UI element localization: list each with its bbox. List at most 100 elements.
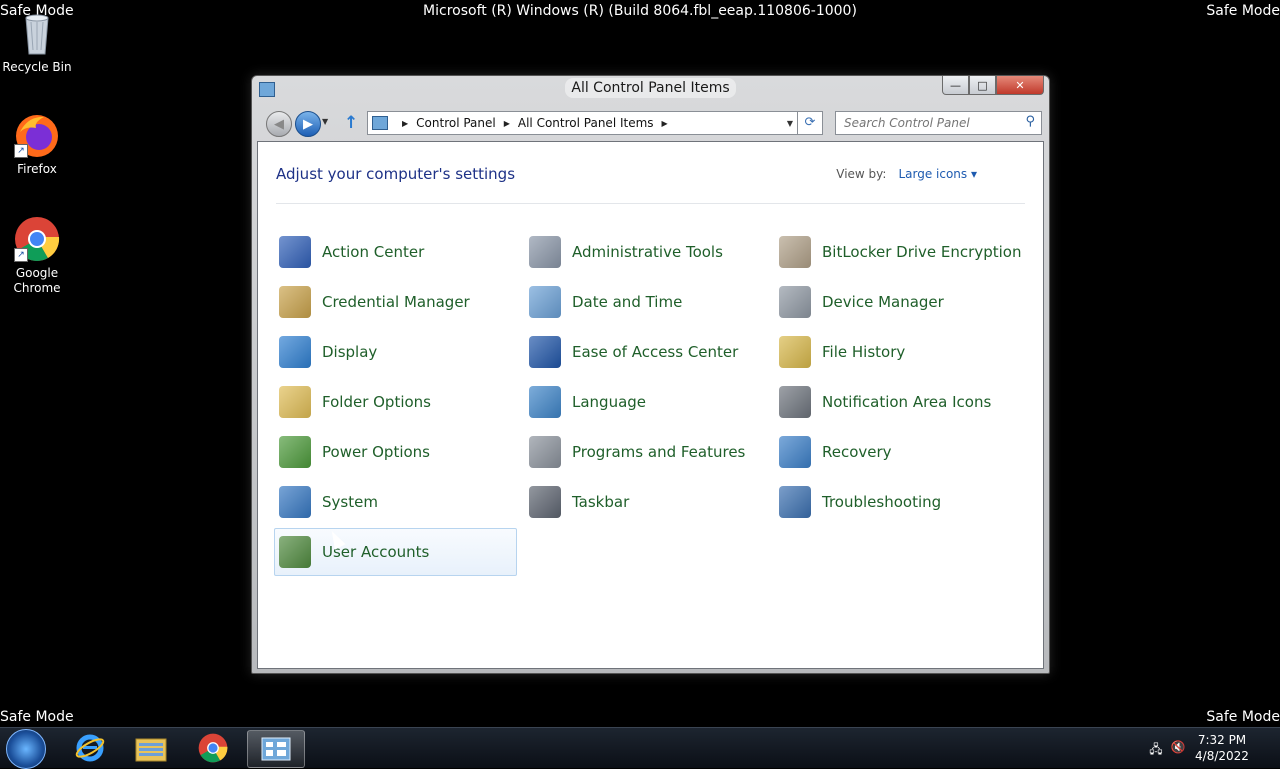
cp-item-label: BitLocker Drive Encryption <box>822 243 1022 261</box>
cp-item-notification-area-icons[interactable]: Notification Area Icons <box>774 378 1024 426</box>
cp-item-action-center[interactable]: Action Center <box>274 228 524 276</box>
cp-item-label: Date and Time <box>572 293 683 311</box>
vault-icon <box>279 286 311 318</box>
safe-mode-label-bottom-right: Safe Mode <box>1206 709 1280 725</box>
control-panel-icon <box>372 116 388 130</box>
safe-mode-label-bottom-left: Safe Mode <box>0 709 74 725</box>
programs-icon <box>529 436 561 468</box>
minimize-button[interactable]: — <box>942 76 969 95</box>
computer-icon <box>279 486 311 518</box>
cp-item-label: Notification Area Icons <box>822 393 992 411</box>
folder-check-icon <box>279 386 311 418</box>
cp-item-label: Power Options <box>322 443 430 461</box>
desktop-icon-google-chrome[interactable]: ↗ Google Chrome <box>1 216 73 296</box>
monitor-icon <box>279 336 311 368</box>
content-pane: Adjust your computer's settings View by:… <box>257 141 1044 669</box>
cp-item-label: File History <box>822 343 906 361</box>
cp-item-taskbar[interactable]: Taskbar <box>524 478 774 526</box>
keys-icon <box>779 236 811 268</box>
chrome-icon <box>198 733 228 763</box>
cp-item-label: Troubleshooting <box>822 493 942 511</box>
address-bar[interactable]: ▶ Control Panel ▶ All Control Panel Item… <box>367 111 798 135</box>
window-title: All Control Panel Items <box>565 78 736 98</box>
control-panel-window: All Control Panel Items — □ ✕ ◀ ▶ ▼ ↑ ▶ … <box>251 75 1050 674</box>
cp-item-folder-options[interactable]: Folder Options <box>274 378 524 426</box>
cp-item-power-options[interactable]: Power Options <box>274 428 524 476</box>
recycle-bin-icon <box>14 10 60 56</box>
troubleshoot-icon <box>779 486 811 518</box>
speaker-muted-icon[interactable]: 🔇 <box>1170 740 1186 756</box>
cp-item-display[interactable]: Display <box>274 328 524 376</box>
search-input[interactable] <box>836 113 1019 133</box>
clock-date: 4/8/2022 <box>1195 749 1249 763</box>
shortcut-arrow-icon: ↗ <box>14 248 28 262</box>
cp-item-file-history[interactable]: File History <box>774 328 1024 376</box>
cp-item-bitlocker-drive-encryption[interactable]: BitLocker Drive Encryption <box>774 228 1024 276</box>
cp-item-label: System <box>322 493 378 511</box>
network-icon[interactable]: 🖧 <box>1148 740 1164 756</box>
file-explorer-icon <box>135 738 167 762</box>
close-button[interactable]: ✕ <box>996 76 1044 95</box>
breadcrumb-control-panel[interactable]: Control Panel <box>416 116 496 130</box>
accessibility-icon <box>529 336 561 368</box>
taskbar: 🖧 🔇 7:32 PM 4/8/2022 <box>0 727 1280 769</box>
cp-item-label: Ease of Access Center <box>572 343 739 361</box>
calendar-clock-icon <box>529 286 561 318</box>
cp-item-administrative-tools[interactable]: Administrative Tools <box>524 228 774 276</box>
desktop-icon-recycle-bin[interactable]: Recycle Bin <box>1 10 73 75</box>
cp-item-label: Device Manager <box>822 293 944 311</box>
taskbar-chrome[interactable] <box>185 730 241 766</box>
device-icon <box>779 286 811 318</box>
forward-button[interactable]: ▶ <box>295 111 321 137</box>
arrow-left-icon: ◀ <box>274 116 284 132</box>
cp-item-system[interactable]: System <box>274 478 524 526</box>
cp-item-ease-of-access-center[interactable]: Ease of Access Center <box>524 328 774 376</box>
desktop-icon-label: Recycle Bin <box>2 60 72 74</box>
back-button[interactable]: ◀ <box>266 111 292 137</box>
taskbar-icon <box>529 486 561 518</box>
control-panel-icon <box>261 737 291 761</box>
up-arrow-icon[interactable]: ↑ <box>344 113 358 133</box>
recovery-icon <box>779 436 811 468</box>
search-box[interactable]: ⚲ <box>835 111 1042 135</box>
breadcrumb-separator-icon[interactable]: ▶ <box>504 119 510 128</box>
internet-explorer-icon <box>75 734 105 762</box>
desktop-icon-firefox[interactable]: ↗ Firefox <box>1 112 73 177</box>
flag-icon <box>279 236 311 268</box>
cp-item-credential-manager[interactable]: Credential Manager <box>274 278 524 326</box>
recent-pages-dropdown-icon[interactable]: ▼ <box>322 117 328 126</box>
cp-item-user-accounts[interactable]: User Accounts <box>274 528 517 576</box>
cp-item-date-and-time[interactable]: Date and Time <box>524 278 774 326</box>
breadcrumb-all-items[interactable]: All Control Panel Items <box>518 116 654 130</box>
maximize-button[interactable]: □ <box>969 76 996 95</box>
globe-people-icon <box>529 386 561 418</box>
cp-item-programs-and-features[interactable]: Programs and Features <box>524 428 774 476</box>
cp-item-label: Display <box>322 343 378 361</box>
cp-item-label: Programs and Features <box>572 443 746 461</box>
title-bar[interactable]: All Control Panel Items — □ ✕ <box>252 76 1049 104</box>
search-icon[interactable]: ⚲ <box>1025 114 1035 129</box>
cp-item-label: Action Center <box>322 243 425 261</box>
view-by-dropdown[interactable]: Large icons ▾ <box>898 167 977 181</box>
taskbar-control-panel[interactable] <box>247 730 305 768</box>
arrow-right-icon: ▶ <box>303 116 313 132</box>
breadcrumb-separator-icon[interactable]: ▶ <box>662 119 668 128</box>
cp-item-device-manager[interactable]: Device Manager <box>774 278 1024 326</box>
firefox-icon: ↗ <box>14 112 60 158</box>
clock-time: 7:32 PM <box>1197 733 1247 747</box>
refresh-button[interactable]: ⟳ <box>797 111 823 135</box>
start-button[interactable] <box>6 729 46 769</box>
breadcrumb-separator-icon[interactable]: ▶ <box>402 119 408 128</box>
battery-icon <box>279 436 311 468</box>
users-icon <box>279 536 311 568</box>
clock[interactable]: 7:32 PM 4/8/2022 <box>1192 732 1252 764</box>
control-panel-items-grid: Action Center Administrative Tools BitLock… <box>274 228 1034 578</box>
address-history-dropdown-icon[interactable]: ▼ <box>787 119 793 128</box>
taskbar-file-explorer[interactable] <box>123 730 179 766</box>
cp-item-troubleshooting[interactable]: Troubleshooting <box>774 478 1024 526</box>
cp-item-label: Folder Options <box>322 393 431 411</box>
cp-item-language[interactable]: Language <box>524 378 774 426</box>
taskbar-internet-explorer[interactable] <box>62 730 118 766</box>
cp-item-recovery[interactable]: Recovery <box>774 428 1024 476</box>
cp-item-label: Administrative Tools <box>572 243 723 261</box>
